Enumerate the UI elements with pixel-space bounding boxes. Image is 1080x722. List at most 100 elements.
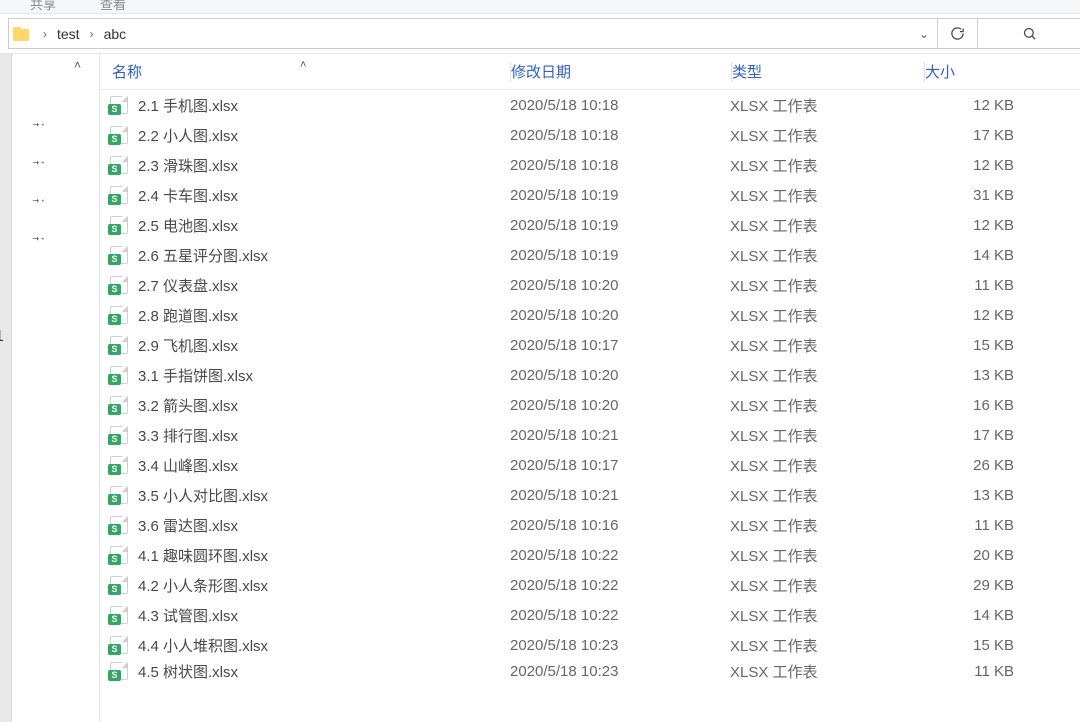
address-bar: › test › abc ⌄: [0, 14, 1080, 54]
table-row[interactable]: S3.4 山峰图.xlsx2020/5/18 10:17XLSX 工作表26 K…: [100, 450, 1080, 480]
ribbon-tab-view[interactable]: 查看: [100, 0, 148, 12]
cell-type: XLSX 工作表: [730, 515, 922, 536]
table-row[interactable]: S2.9 飞机图.xlsx2020/5/18 10:17XLSX 工作表15 K…: [100, 330, 1080, 360]
search-box[interactable]: [978, 18, 1080, 49]
cell-size: 12 KB: [922, 97, 1022, 114]
cell-type: XLSX 工作表: [730, 395, 922, 416]
file-name: 4.2 小人条形图.xlsx: [138, 575, 268, 596]
xlsx-icon: S: [110, 606, 128, 624]
xlsx-icon: S: [110, 246, 128, 264]
cell-size: 11 KB: [922, 663, 1022, 680]
cell-size: 11 KB: [922, 517, 1022, 534]
file-name: 3.2 箭头图.xlsx: [138, 395, 238, 416]
breadcrumb-item-abc[interactable]: abc: [102, 26, 129, 42]
cell-name: S4.1 趣味圆环图.xlsx: [100, 545, 510, 566]
xlsx-icon: S: [110, 486, 128, 504]
cell-size: 13 KB: [922, 367, 1022, 384]
cell-name: S 3.3 排行图.xlsx: [100, 425, 510, 446]
cell-name: S4.4 小人堆积图.xlsx: [100, 635, 510, 656]
file-name: 3.6 雷达图.xlsx: [138, 515, 238, 536]
xlsx-icon: S: [110, 126, 128, 144]
cell-date: 2020/5/18 10:23: [510, 637, 730, 654]
table-row[interactable]: S2.1 手机图.xlsx2020/5/18 10:18XLSX 工作表12 K…: [100, 90, 1080, 120]
table-row[interactable]: S4.1 趣味圆环图.xlsx2020/5/18 10:22XLSX 工作表20…: [100, 540, 1080, 570]
ribbon-tab-share[interactable]: 共享: [30, 0, 78, 12]
cell-size: 26 KB: [922, 457, 1022, 474]
navigation-pane[interactable]: ˄ 01: [0, 54, 100, 722]
table-row[interactable]: S2.5 电池图.xlsx2020/5/18 10:19XLSX 工作表12 K…: [100, 210, 1080, 240]
column-header-name[interactable]: 名称 ˄: [100, 61, 510, 82]
pin-icon: [32, 230, 48, 246]
cell-size: 29 KB: [922, 577, 1022, 594]
cell-type: XLSX 工作表: [730, 185, 922, 206]
xlsx-icon: S: [110, 546, 128, 564]
file-name: 2.2 小人图.xlsx: [138, 125, 238, 146]
breadcrumb[interactable]: › test › abc ⌄: [8, 18, 938, 49]
xlsx-icon: S: [110, 216, 128, 234]
file-name: 3.3 排行图.xlsx: [138, 425, 238, 446]
xlsx-icon: S: [110, 426, 128, 444]
chevron-down-icon[interactable]: ⌄: [919, 27, 929, 41]
cell-type: XLSX 工作表: [730, 335, 922, 356]
xlsx-icon: S: [110, 396, 128, 414]
cell-date: 2020/5/18 10:20: [510, 277, 730, 294]
cell-name: S 2.2 小人图.xlsx: [100, 125, 510, 146]
table-row[interactable]: S3.6 雷达图.xlsx2020/5/18 10:16XLSX 工作表11 K…: [100, 510, 1080, 540]
chevron-right-icon[interactable]: ›: [35, 27, 55, 41]
nav-item-label[interactable]: 01: [0, 328, 4, 346]
table-row[interactable]: S3.5 小人对比图.xlsx2020/5/18 10:21XLSX 工作表13…: [100, 480, 1080, 510]
xlsx-icon: S: [110, 336, 128, 354]
file-list: 名称 ˄ 修改日期 类型 大小 S2.1 手机图.xlsx2020/5/18 1…: [100, 54, 1080, 722]
xlsx-icon: S: [110, 456, 128, 474]
caret-up-icon[interactable]: ˄: [74, 58, 81, 72]
cell-name: S4.3 试管图.xlsx: [100, 605, 510, 626]
cell-date: 2020/5/18 10:23: [510, 663, 730, 680]
xlsx-icon: S: [110, 662, 128, 680]
table-row[interactable]: S4.5 树状图.xlsx2020/5/18 10:23XLSX 工作表11 K…: [100, 660, 1080, 682]
file-name: 2.4 卡车图.xlsx: [138, 185, 238, 206]
table-row[interactable]: S2.7 仪表盘.xlsx2020/5/18 10:20XLSX 工作表11 K…: [100, 270, 1080, 300]
column-header-size[interactable]: 大小: [925, 61, 1025, 82]
table-row[interactable]: S2.8 跑道图.xlsx2020/5/18 10:20XLSX 工作表12 K…: [100, 300, 1080, 330]
table-row[interactable]: S2.2 小人图.xlsx2020/5/18 10:18XLSX 工作表17 K…: [100, 120, 1080, 150]
table-row[interactable]: S3.1 手指饼图.xlsx2020/5/18 10:20XLSX 工作表13 …: [100, 360, 1080, 390]
cell-type: XLSX 工作表: [730, 485, 922, 506]
cell-date: 2020/5/18 10:21: [510, 427, 730, 444]
cell-size: 16 KB: [922, 397, 1022, 414]
cell-type: XLSX 工作表: [730, 545, 922, 566]
breadcrumb-item-test[interactable]: test: [55, 26, 82, 42]
cell-type: XLSX 工作表: [730, 575, 922, 596]
cell-size: 11 KB: [922, 277, 1022, 294]
xlsx-icon: S: [110, 186, 128, 204]
cell-date: 2020/5/18 10:22: [510, 547, 730, 564]
table-row[interactable]: S4.4 小人堆积图.xlsx2020/5/18 10:23XLSX 工作表15…: [100, 630, 1080, 660]
table-row[interactable]: S2.3 滑珠图.xlsx2020/5/18 10:18XLSX 工作表12 K…: [100, 150, 1080, 180]
chevron-right-icon[interactable]: ›: [82, 27, 102, 41]
column-header-date[interactable]: 修改日期: [511, 61, 731, 82]
pin-icon: [32, 116, 48, 132]
table-row[interactable]: S3.3 排行图.xlsx2020/5/18 10:21XLSX 工作表17 K…: [100, 420, 1080, 450]
cell-type: XLSX 工作表: [730, 215, 922, 236]
cell-size: 31 KB: [922, 187, 1022, 204]
file-name: 4.5 树状图.xlsx: [138, 661, 238, 682]
cell-size: 17 KB: [922, 427, 1022, 444]
cell-name: S2.7 仪表盘.xlsx: [100, 275, 510, 296]
cell-name: S2.8 跑道图.xlsx: [100, 305, 510, 326]
pin-icon: [32, 154, 48, 170]
table-row[interactable]: S4.2 小人条形图.xlsx2020/5/18 10:22XLSX 工作表29…: [100, 570, 1080, 600]
column-header-type[interactable]: 类型: [732, 61, 924, 82]
cell-date: 2020/5/18 10:16: [510, 517, 730, 534]
file-name: 3.5 小人对比图.xlsx: [138, 485, 268, 506]
file-name: 2.6 五星评分图.xlsx: [138, 245, 268, 266]
file-name: 2.7 仪表盘.xlsx: [138, 275, 238, 296]
ribbon-strip: 共享 查看: [0, 0, 1080, 14]
refresh-icon: [950, 26, 965, 41]
table-row[interactable]: S4.3 试管图.xlsx2020/5/18 10:22XLSX 工作表14 K…: [100, 600, 1080, 630]
cell-type: XLSX 工作表: [730, 635, 922, 656]
cell-name: S2.1 手机图.xlsx: [100, 95, 510, 116]
refresh-button[interactable]: [938, 18, 978, 49]
table-row[interactable]: S2.6 五星评分图.xlsx2020/5/18 10:19XLSX 工作表14…: [100, 240, 1080, 270]
table-row[interactable]: S3.2 箭头图.xlsx2020/5/18 10:20XLSX 工作表16 K…: [100, 390, 1080, 420]
cell-type: XLSX 工作表: [730, 455, 922, 476]
table-row[interactable]: S2.4 卡车图.xlsx2020/5/18 10:19XLSX 工作表31 K…: [100, 180, 1080, 210]
